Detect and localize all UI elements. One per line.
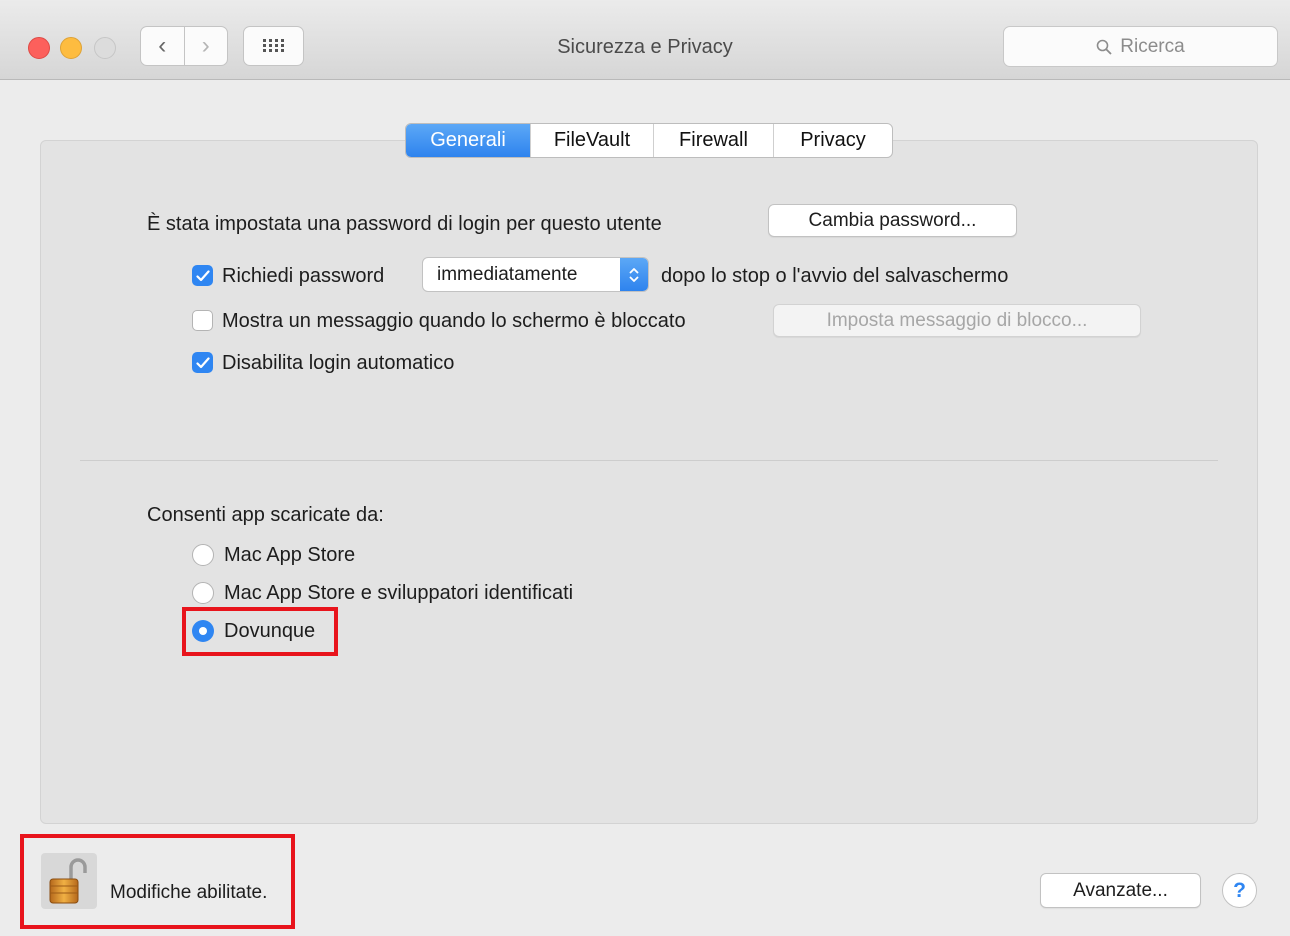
radio-identified-developers[interactable] xyxy=(192,582,214,604)
search-icon xyxy=(1096,39,1112,55)
content-panel xyxy=(40,140,1258,824)
allow-apps-heading: Consenti app scaricate da: xyxy=(147,504,384,526)
tab-bar: Generali FileVault Firewall Privacy xyxy=(405,123,893,158)
tab-firewall[interactable]: Firewall xyxy=(653,124,773,157)
popup-arrows-icon xyxy=(620,258,648,291)
change-password-button[interactable]: Cambia password... xyxy=(768,204,1017,237)
search-field[interactable]: Ricerca xyxy=(1003,26,1278,67)
require-password-delay-value: immediatamente xyxy=(437,264,578,285)
show-message-checkbox[interactable] xyxy=(192,310,213,331)
section-divider xyxy=(80,460,1218,461)
checkmark-icon xyxy=(195,356,210,368)
system-preferences-window: ‹ › Sicurezza e Privacy Ricerca Generali… xyxy=(0,0,1290,936)
tab-generali[interactable]: Generali xyxy=(406,124,530,157)
radio-mac-app-store-label: Mac App Store xyxy=(224,544,356,566)
help-icon[interactable]: ? xyxy=(1222,873,1257,908)
annotation-highlight-anywhere xyxy=(182,607,338,656)
tab-filevault[interactable]: FileVault xyxy=(530,124,653,157)
radio-identified-developers-label: Mac App Store e sviluppatori identificat… xyxy=(224,582,574,604)
disable-autologin-label: Disabilita login automatico xyxy=(222,352,455,374)
checkmark-icon xyxy=(195,269,210,281)
title-bar: ‹ › Sicurezza e Privacy Ricerca xyxy=(0,0,1290,80)
disable-autologin-checkbox[interactable] xyxy=(192,352,213,373)
password-set-text: È stata impostata una password di login … xyxy=(147,213,662,235)
require-password-label: Richiedi password xyxy=(222,265,385,287)
require-password-suffix: dopo lo stop o l'avvio del salvaschermo xyxy=(661,265,1009,287)
show-message-label: Mostra un messaggio quando lo schermo è … xyxy=(222,310,686,332)
search-placeholder: Ricerca xyxy=(1120,35,1185,57)
require-password-checkbox[interactable] xyxy=(192,265,213,286)
tab-privacy[interactable]: Privacy xyxy=(773,124,892,157)
radio-mac-app-store[interactable] xyxy=(192,544,214,566)
annotation-highlight-lock xyxy=(20,834,295,929)
require-password-delay-select[interactable]: immediatamente xyxy=(422,257,649,292)
advanced-button[interactable]: Avanzate... xyxy=(1040,873,1201,908)
set-lock-message-button[interactable]: Imposta messaggio di blocco... xyxy=(773,304,1141,337)
